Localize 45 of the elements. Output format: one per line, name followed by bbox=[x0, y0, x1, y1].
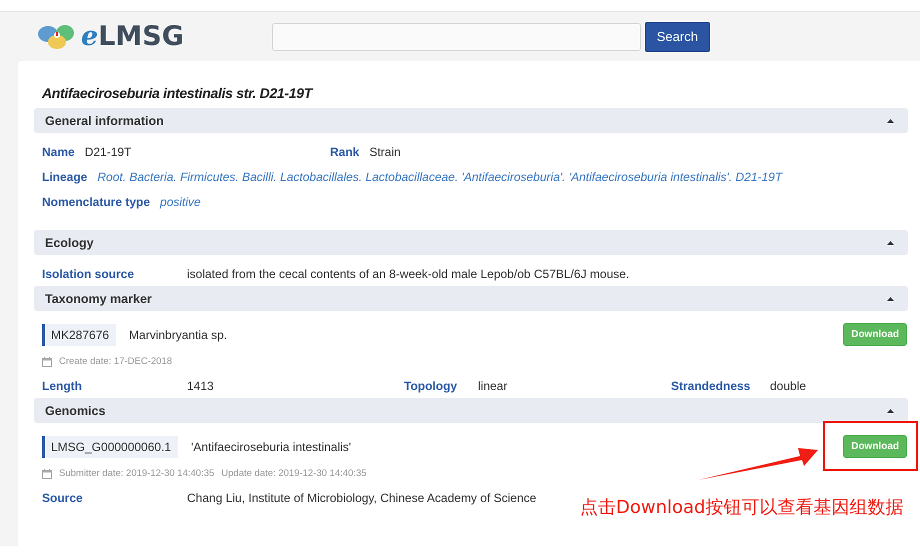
search-field[interactable] bbox=[272, 22, 641, 50]
section-title: Taxonomy marker bbox=[45, 292, 152, 306]
logo-text: eLMSG bbox=[81, 21, 184, 52]
calendar-icon bbox=[42, 356, 52, 366]
accession-tag: LMSG_G000000060.1 bbox=[42, 436, 178, 458]
page-title: Antifaeciroseburia intestinalis str. D21-19T bbox=[42, 85, 314, 101]
field-value: D21-19T bbox=[84, 144, 132, 158]
date-text: Submitter date: 2019-12-30 14:40:35 bbox=[59, 468, 214, 479]
section-header[interactable]: Genomics bbox=[34, 398, 908, 423]
field-value: isolated from the cecal contents of an 8-week-old male Lepob/ob C57BL/6J mouse. bbox=[187, 266, 630, 280]
section-title: Genomics bbox=[45, 404, 106, 418]
section-title: General information bbox=[45, 114, 164, 128]
field-label: Name bbox=[42, 144, 75, 158]
field-label: Length bbox=[42, 378, 83, 392]
date-text: Update date: 2019-12-30 14:40:35 bbox=[221, 468, 367, 479]
field-label: Isolation source bbox=[42, 266, 136, 280]
calendar-icon bbox=[42, 468, 52, 478]
field-label: Source bbox=[42, 490, 84, 504]
collapse-caret-icon[interactable] bbox=[887, 408, 894, 412]
collapse-caret-icon[interactable] bbox=[887, 296, 894, 300]
field-label: Strandedness bbox=[671, 378, 752, 392]
field-label: Nomenclature type bbox=[42, 194, 150, 208]
search-button[interactable]: Search bbox=[644, 22, 710, 52]
annotation-note: 点击Download按钮可以查看基因组数据 bbox=[580, 496, 904, 519]
collapse-caret-icon[interactable] bbox=[887, 118, 894, 122]
field-label: Rank bbox=[330, 144, 360, 158]
record-description: 'Antifaeciroseburia intestinalis' bbox=[191, 440, 352, 454]
field-value: positive bbox=[160, 194, 201, 208]
field-value: 1413 bbox=[187, 378, 215, 392]
accession-tag: MK287676 bbox=[42, 324, 116, 346]
section-header[interactable]: Ecology bbox=[34, 230, 908, 255]
field-value: Root. Bacteria. Firmicutes. Bacilli. Lactobacillales. Lactobacillaceae. 'Antifaeciroseburia'. 'Antifaeciroseburia intestinalis'. D21-19T bbox=[97, 170, 782, 184]
collapse-caret-icon[interactable] bbox=[887, 240, 894, 244]
field-value: Chang Liu, Institute of Microbiology, Chinese Academy of Science bbox=[187, 490, 538, 504]
field-value: double bbox=[770, 378, 808, 392]
logo-icon bbox=[37, 24, 77, 50]
section-title: Ecology bbox=[45, 236, 94, 250]
record-description: Marvinbryantia sp. bbox=[129, 328, 228, 342]
section-header[interactable]: Taxonomy marker bbox=[34, 286, 908, 311]
date-text: Create date: 17-DEC-2018 bbox=[59, 356, 172, 367]
section-header[interactable]: General information bbox=[34, 108, 908, 133]
field-label: Topology bbox=[404, 378, 458, 392]
field-value: Strain bbox=[369, 144, 401, 158]
field-label: Lineage bbox=[42, 170, 88, 184]
field-value: linear bbox=[478, 378, 508, 392]
